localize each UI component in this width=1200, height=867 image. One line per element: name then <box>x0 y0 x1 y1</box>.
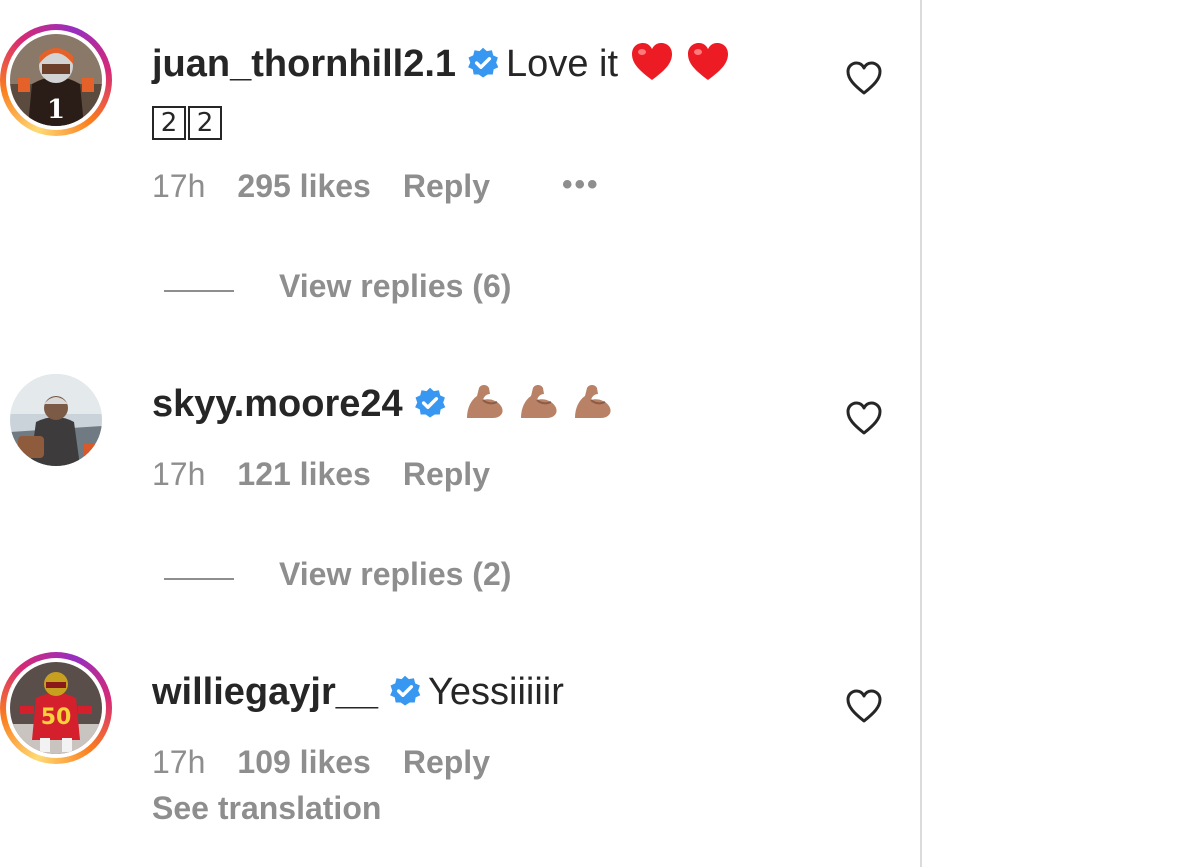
username[interactable]: williegayjr__ <box>152 671 378 713</box>
username[interactable]: juan_thornhill2.1 <box>152 43 456 85</box>
heart-outline-icon[interactable] <box>845 688 883 724</box>
comment-second-line: 22 <box>152 102 224 140</box>
comment-meta: 17h 109 likes Reply <box>152 744 522 781</box>
comment-meta: 17h 295 likes Reply <box>152 168 522 205</box>
red-heart-emoji-icon <box>686 42 730 82</box>
timestamp[interactable]: 17h <box>152 168 205 205</box>
heart-outline-icon[interactable] <box>845 400 883 436</box>
digit-two-box: 2 <box>188 106 222 140</box>
avatar[interactable] <box>10 374 102 466</box>
likes-count[interactable]: 121 likes <box>237 456 370 493</box>
verified-badge-icon <box>413 386 447 420</box>
comment-line: williegayjr__ Yessiiiiir <box>152 670 564 714</box>
panel-divider <box>920 0 922 867</box>
likes-count[interactable]: 295 likes <box>237 168 370 205</box>
avatar-story-ring[interactable]: 50 <box>0 652 112 764</box>
comment-line: juan_thornhill2.1 Love it <box>152 42 730 86</box>
avatar: 50 <box>10 662 102 754</box>
comment-line: skyy.moore24 <box>152 382 615 426</box>
avatar: 1 <box>10 34 102 126</box>
see-translation-button[interactable]: See translation <box>152 790 381 827</box>
flexed-biceps-emoji-icon <box>463 382 507 422</box>
flexed-biceps-emoji-icon <box>517 382 561 422</box>
svg-text:1: 1 <box>47 95 65 125</box>
view-replies-label[interactable]: View replies (6) <box>279 268 511 305</box>
flexed-biceps-emoji-icon <box>571 382 615 422</box>
view-replies-line <box>164 290 234 292</box>
comment-text: Yessiiiiir <box>428 671 564 713</box>
timestamp[interactable]: 17h <box>152 744 205 781</box>
reply-button[interactable]: Reply <box>403 744 490 781</box>
svg-text:50: 50 <box>41 705 72 730</box>
likes-count[interactable]: 109 likes <box>237 744 370 781</box>
red-heart-emoji-icon <box>630 42 674 82</box>
verified-badge-icon <box>466 46 500 80</box>
verified-badge-icon <box>388 674 422 708</box>
heart-outline-icon[interactable] <box>845 60 883 96</box>
digit-two-box: 2 <box>152 106 186 140</box>
reply-button[interactable]: Reply <box>403 456 490 493</box>
more-options-icon[interactable]: ••• <box>562 168 600 202</box>
comment-meta: 17h 121 likes Reply <box>152 456 522 493</box>
view-replies-label[interactable]: View replies (2) <box>279 556 511 593</box>
avatar-story-ring[interactable]: 1 <box>0 24 112 136</box>
comment-text: Love it <box>506 43 619 85</box>
timestamp[interactable]: 17h <box>152 456 205 493</box>
reply-button[interactable]: Reply <box>403 168 490 205</box>
view-replies-line <box>164 578 234 580</box>
username[interactable]: skyy.moore24 <box>152 383 403 425</box>
